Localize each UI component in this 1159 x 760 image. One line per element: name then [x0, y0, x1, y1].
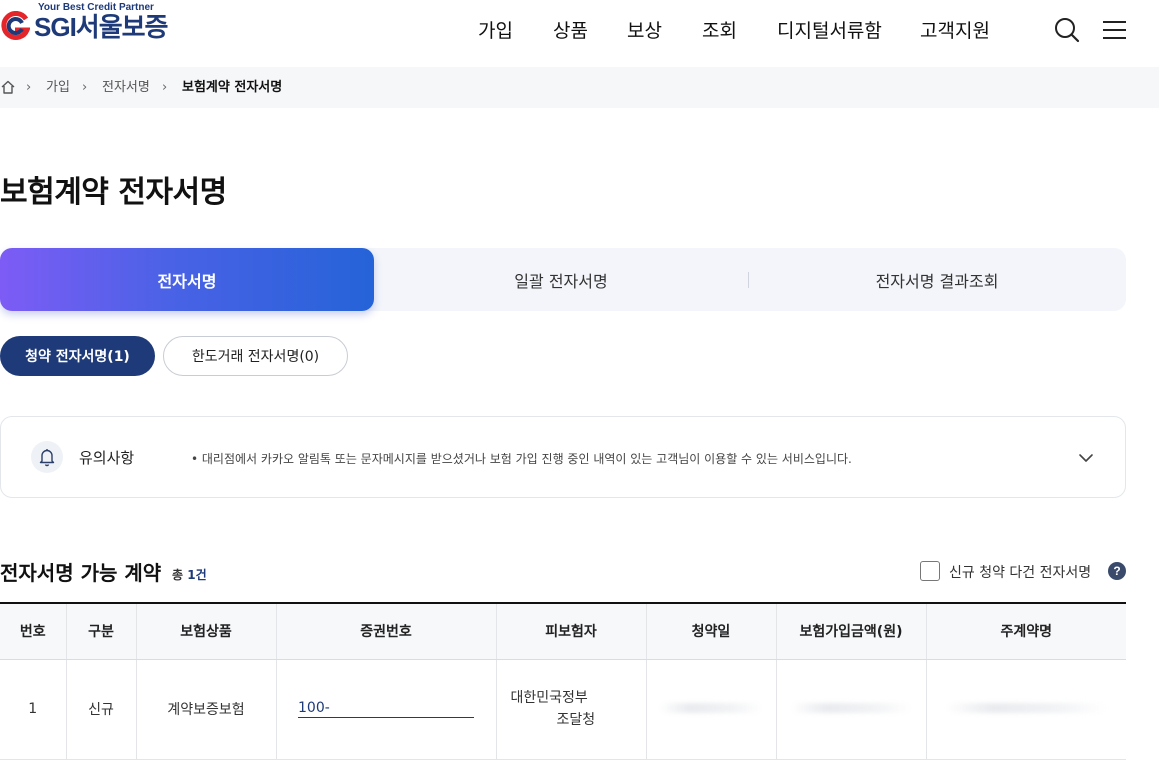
- breadcrumb: › 가입 › 전자서명 › 보험계약 전자서명: [0, 67, 1159, 108]
- col-header-type: 구분: [66, 602, 137, 660]
- menu-icon[interactable]: [1101, 16, 1129, 44]
- list-count: 총 1건: [172, 568, 207, 582]
- nav-item-inquiry[interactable]: 조회: [702, 18, 737, 44]
- masked-value: [946, 703, 1107, 713]
- col-header-main-contract: 주계약명: [926, 602, 1126, 660]
- breadcrumb-item-esign[interactable]: 전자서명: [102, 79, 150, 96]
- tab-esign-results[interactable]: 전자서명 결과조회: [748, 248, 1126, 311]
- nav-item-claims[interactable]: 보상: [627, 18, 662, 44]
- col-header-application-date: 청약일: [646, 602, 777, 660]
- policy-number-link[interactable]: 100-: [298, 700, 474, 718]
- nav-item-support[interactable]: 고객지원: [920, 18, 990, 44]
- col-header-no: 번호: [0, 602, 67, 660]
- breadcrumb-item-current: 보험계약 전자서명: [182, 80, 283, 95]
- col-header-product: 보험상품: [136, 602, 277, 660]
- cell-insured: 대한민국정부 조달청: [496, 659, 647, 760]
- cell-type: 신규: [66, 659, 137, 760]
- home-icon[interactable]: [0, 79, 16, 95]
- notice-label: 유의사항: [79, 449, 135, 467]
- site-header: Your Best Credit Partner SGI서울보증 가입 상품 보…: [0, 0, 1159, 66]
- search-icon[interactable]: [1053, 16, 1081, 44]
- cell-no: 1: [0, 659, 67, 760]
- page-title: 보험계약 전자서명: [0, 175, 227, 210]
- subtab-limit-esign[interactable]: 한도거래 전자서명(0): [163, 336, 348, 376]
- chevron-right-icon: ›: [26, 80, 32, 95]
- cell-policy-no: 100-: [276, 659, 497, 760]
- list-title: 전자서명 가능 계약: [0, 561, 162, 585]
- tab-divider: [748, 272, 749, 288]
- chevron-right-icon: ›: [162, 80, 168, 95]
- chevron-right-icon: ›: [82, 80, 88, 95]
- help-icon[interactable]: ?: [1108, 562, 1126, 580]
- notice-text: • 대리점에서 카카오 알림톡 또는 문자메시지를 받으셨거나 보험 가입 진행…: [191, 452, 852, 466]
- nav-item-join[interactable]: 가입: [478, 18, 513, 44]
- bell-icon: [39, 449, 55, 467]
- cell-application-date: [646, 659, 777, 760]
- col-header-insured: 피보험자: [496, 602, 647, 660]
- col-header-insured-amount: 보험가입금액(원): [776, 602, 927, 660]
- cell-main-contract: [926, 659, 1126, 760]
- sgi-logo-mark-icon: [1, 11, 30, 40]
- multi-esign-checkbox[interactable]: [920, 561, 940, 581]
- breadcrumb-item-join[interactable]: 가입: [46, 79, 70, 96]
- subtab-application-esign[interactable]: 청약 전자서명(1): [0, 336, 155, 376]
- sgi-logo[interactable]: Your Best Credit Partner SGI서울보증: [0, 2, 190, 46]
- insured-name-line2: 조달청: [556, 712, 596, 728]
- col-header-policy-no: 증권번호: [276, 602, 497, 660]
- nav-item-products[interactable]: 상품: [553, 18, 588, 44]
- masked-value: [791, 703, 911, 713]
- nav-item-digital-docs[interactable]: 디지털서류함: [777, 18, 882, 44]
- tab-esign[interactable]: 전자서명: [0, 248, 374, 311]
- multi-esign-label[interactable]: 신규 청약 다건 전자서명: [949, 562, 1091, 582]
- tab-bulk-esign[interactable]: 일괄 전자서명: [374, 248, 748, 311]
- cell-product: 계약보증보험: [136, 659, 277, 760]
- bell-icon-wrap: [31, 441, 63, 473]
- masked-value: [659, 703, 763, 713]
- table-header-row: 번호 구분 보험상품 증권번호 피보험자 청약일 보험가입금액(원) 주계약명: [0, 602, 1126, 660]
- chevron-down-icon[interactable]: [1077, 449, 1095, 467]
- notice-panel[interactable]: 유의사항 • 대리점에서 카카오 알림톡 또는 문자메시지를 받으셨거나 보험 …: [0, 416, 1126, 498]
- contract-table: 번호 구분 보험상품 증권번호 피보험자 청약일 보험가입금액(원) 주계약명 …: [0, 602, 1126, 760]
- logo-brand: SGI서울보증: [34, 12, 168, 43]
- main-tabs: 전자서명 일괄 전자서명 전자서명 결과조회: [0, 248, 1126, 311]
- cell-insured-amount: [776, 659, 927, 760]
- insured-name-line1: 대한민국정부: [510, 690, 588, 706]
- table-row: 1 신규 계약보증보험 100- 대한민국정부 조달청: [0, 659, 1126, 760]
